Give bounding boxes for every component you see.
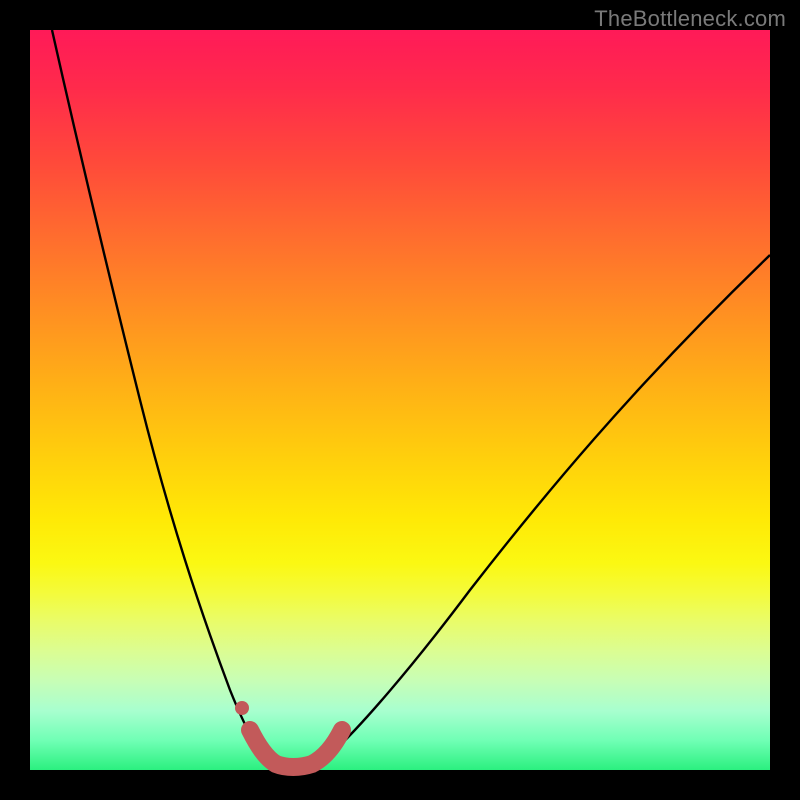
highlight-dot — [235, 701, 249, 715]
curve-layer — [30, 30, 770, 770]
bottleneck-curve — [52, 30, 770, 766]
highlight-near-min — [250, 730, 342, 767]
plot-area — [30, 30, 770, 770]
watermark-text: TheBottleneck.com — [594, 6, 786, 32]
chart-frame: TheBottleneck.com — [0, 0, 800, 800]
